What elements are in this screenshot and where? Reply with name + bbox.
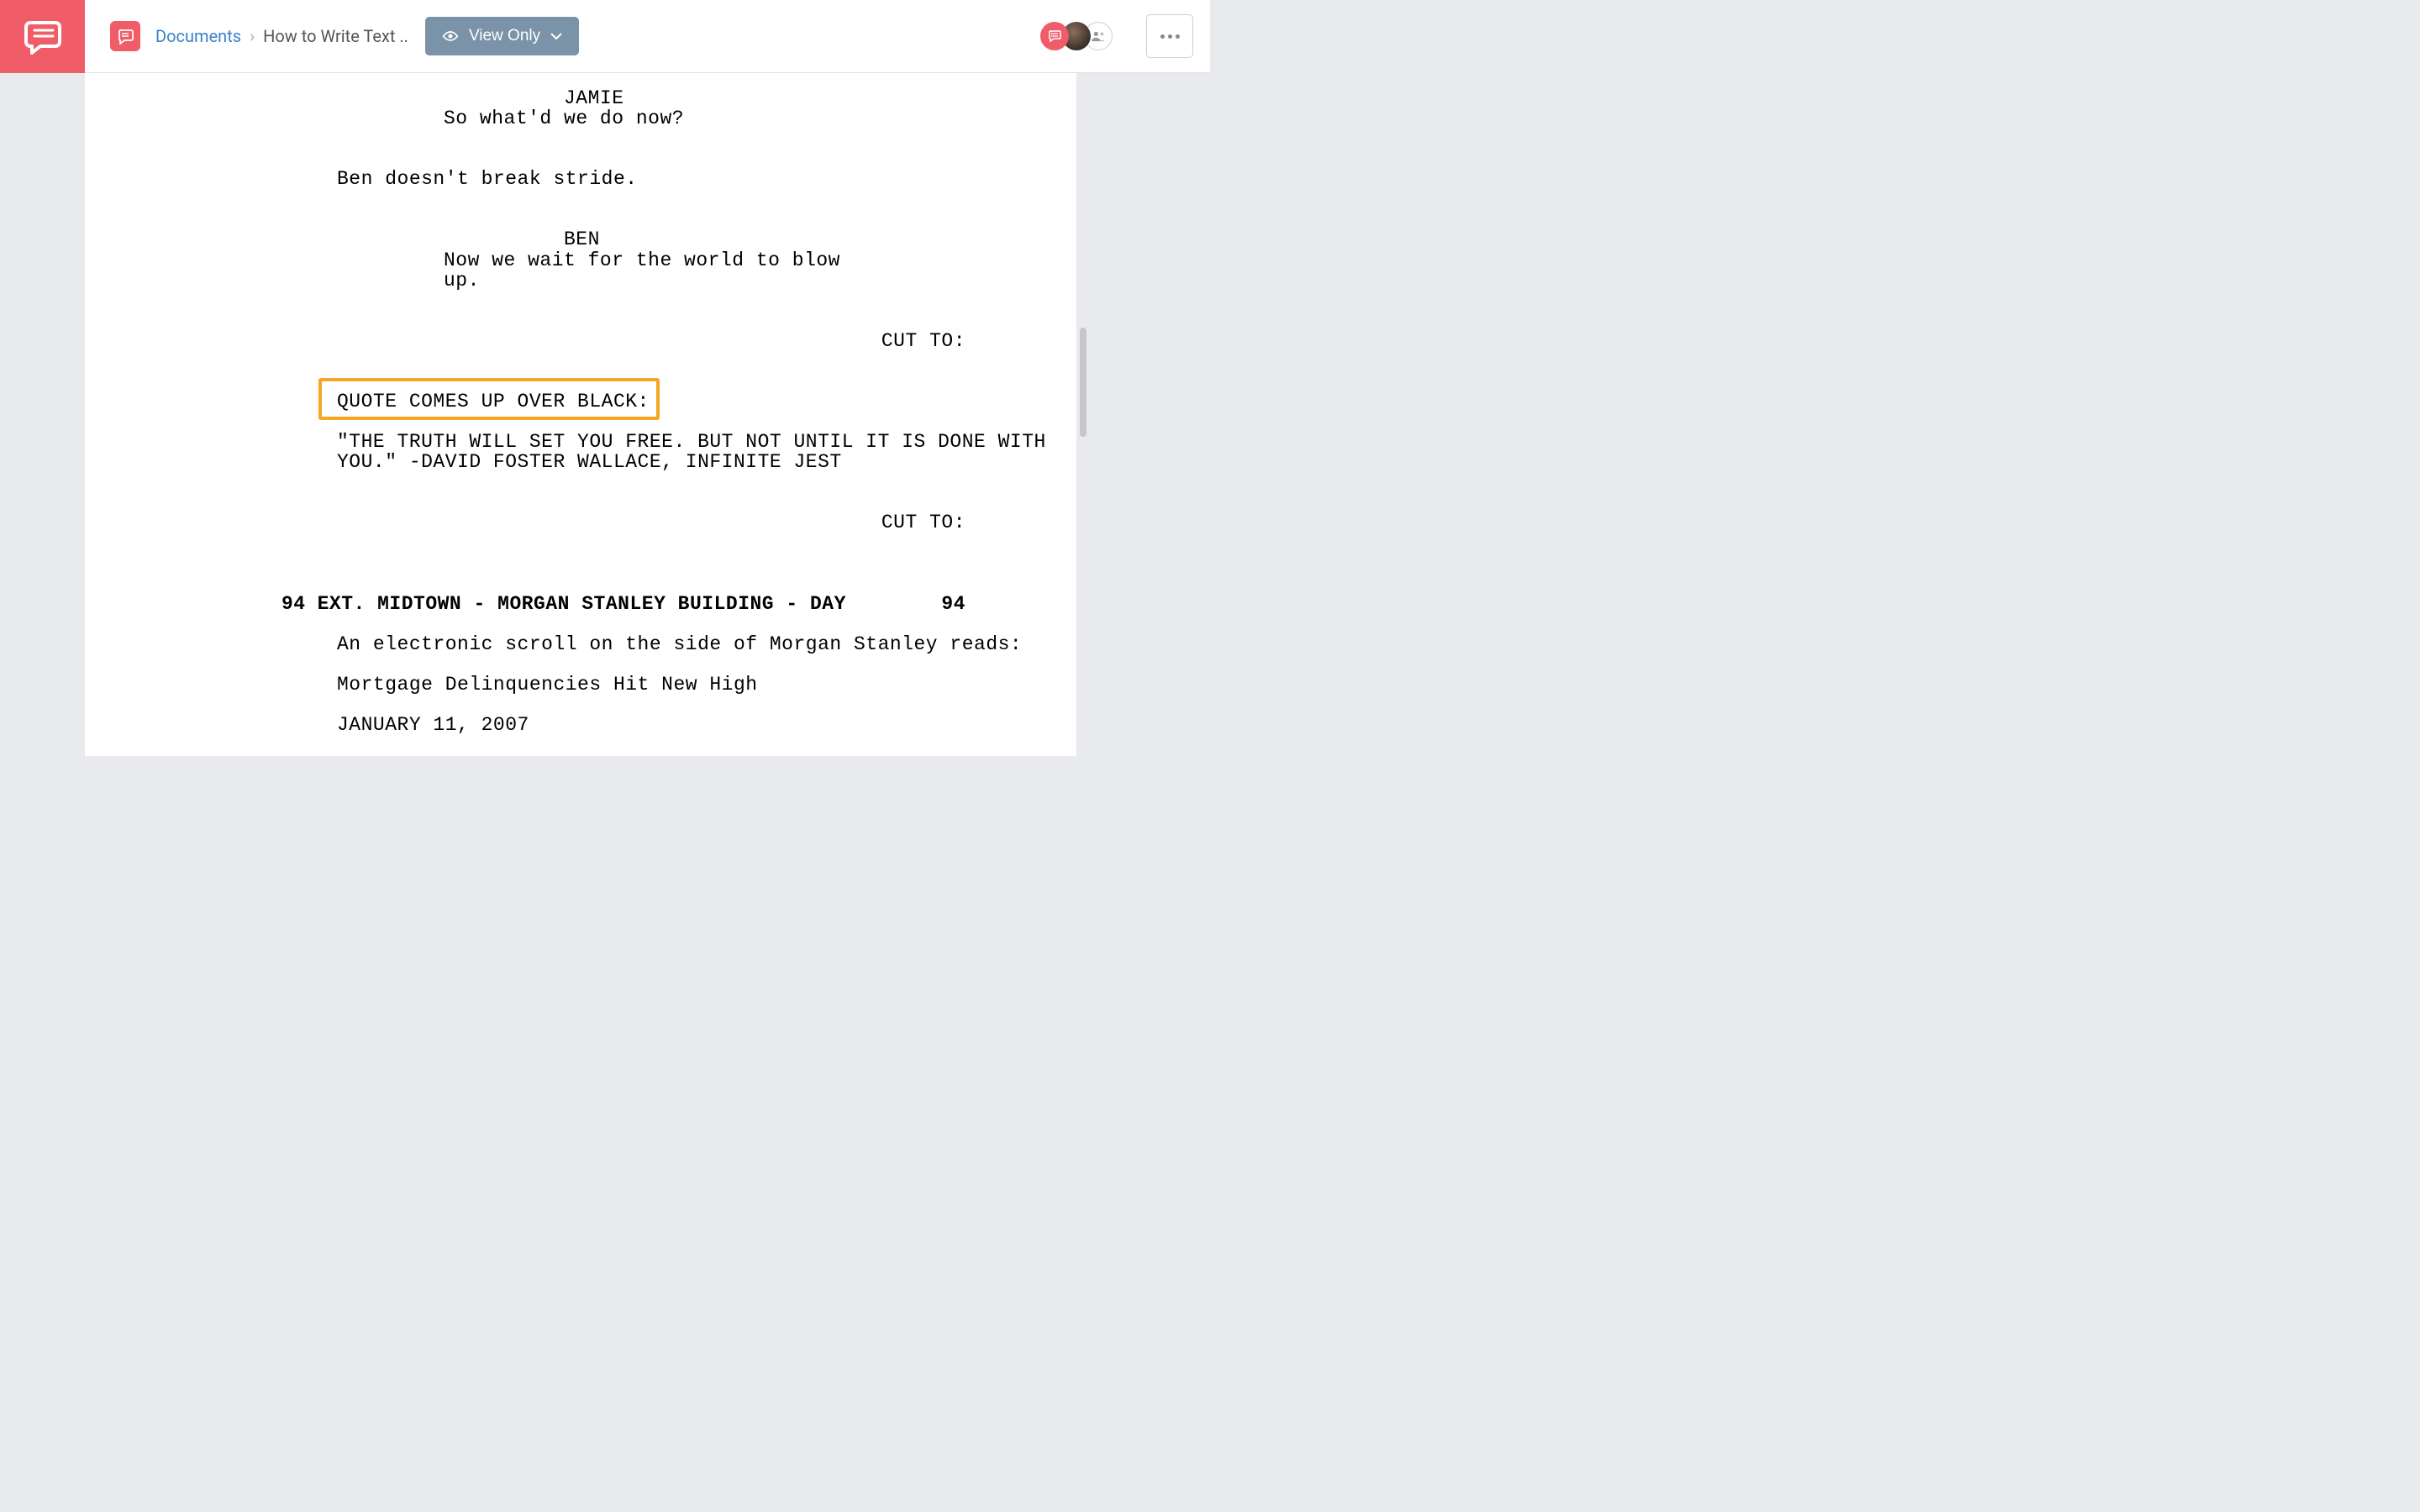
dot-icon bbox=[1176, 34, 1180, 39]
collaborator-avatars bbox=[1047, 22, 1113, 50]
action-line: 1 year 7 months until the collapse bbox=[85, 755, 1076, 756]
document-viewport[interactable]: JAMIE So what'd we do now? Ben doesn't b… bbox=[85, 73, 1210, 756]
chat-bubble-icon bbox=[1047, 29, 1062, 44]
action-line: JANUARY 11, 2007 bbox=[85, 715, 1076, 735]
character-cue: JAMIE bbox=[85, 88, 1076, 108]
view-mode-label: View Only bbox=[469, 27, 540, 45]
action-line: An electronic scroll on the side of Morg… bbox=[85, 634, 1076, 654]
eye-icon bbox=[442, 30, 459, 42]
dot-icon bbox=[1160, 34, 1165, 39]
avatar-app[interactable] bbox=[1040, 22, 1069, 50]
view-mode-button[interactable]: View Only bbox=[425, 17, 579, 55]
scene-number-right: 94 bbox=[941, 594, 965, 614]
person-group-icon bbox=[1091, 30, 1106, 42]
breadcrumb-root-link[interactable]: Documents bbox=[155, 26, 241, 46]
breadcrumb-current: How to Write Text .. bbox=[263, 26, 408, 46]
scene-heading: EXT. MIDTOWN - MORGAN STANLEY BUILDING -… bbox=[318, 594, 942, 614]
more-menu-button[interactable] bbox=[1146, 14, 1193, 58]
transition: CUT TO: bbox=[85, 512, 1076, 533]
app-logo[interactable] bbox=[0, 0, 85, 73]
dialogue-line: up. bbox=[85, 270, 1076, 291]
scrollbar-thumb[interactable] bbox=[1080, 328, 1086, 437]
action-line: Ben doesn't break stride. bbox=[85, 169, 1076, 189]
chat-bubble-icon bbox=[22, 16, 64, 58]
chat-bubble-icon bbox=[117, 28, 134, 45]
topbar: Documents › How to Write Text .. View On… bbox=[85, 0, 1210, 73]
dialogue-line: So what'd we do now? bbox=[85, 108, 1076, 129]
action-line: QUOTE COMES UP OVER BLACK: bbox=[85, 391, 1076, 412]
character-cue: BEN bbox=[85, 229, 1076, 249]
script-page: JAMIE So what'd we do now? Ben doesn't b… bbox=[85, 73, 1076, 756]
chevron-right-icon: › bbox=[250, 26, 255, 46]
scene-heading-row: 94 EXT. MIDTOWN - MORGAN STANLEY BUILDIN… bbox=[85, 594, 1076, 614]
action-line: "THE TRUTH WILL SET YOU FREE. BUT NOT UN… bbox=[85, 432, 1076, 452]
breadcrumb: Documents › How to Write Text .. bbox=[155, 26, 408, 46]
chevron-down-icon bbox=[550, 33, 562, 39]
document-icon-button[interactable] bbox=[110, 21, 140, 51]
scene-number-left: 94 bbox=[281, 594, 306, 614]
dot-icon bbox=[1168, 34, 1172, 39]
action-line: Mortgage Delinquencies Hit New High bbox=[85, 675, 1076, 695]
dialogue-line: Now we wait for the world to blow bbox=[85, 250, 1076, 270]
transition: CUT TO: bbox=[85, 331, 1076, 351]
action-line: YOU." -DAVID FOSTER WALLACE, INFINITE JE… bbox=[85, 452, 1076, 472]
